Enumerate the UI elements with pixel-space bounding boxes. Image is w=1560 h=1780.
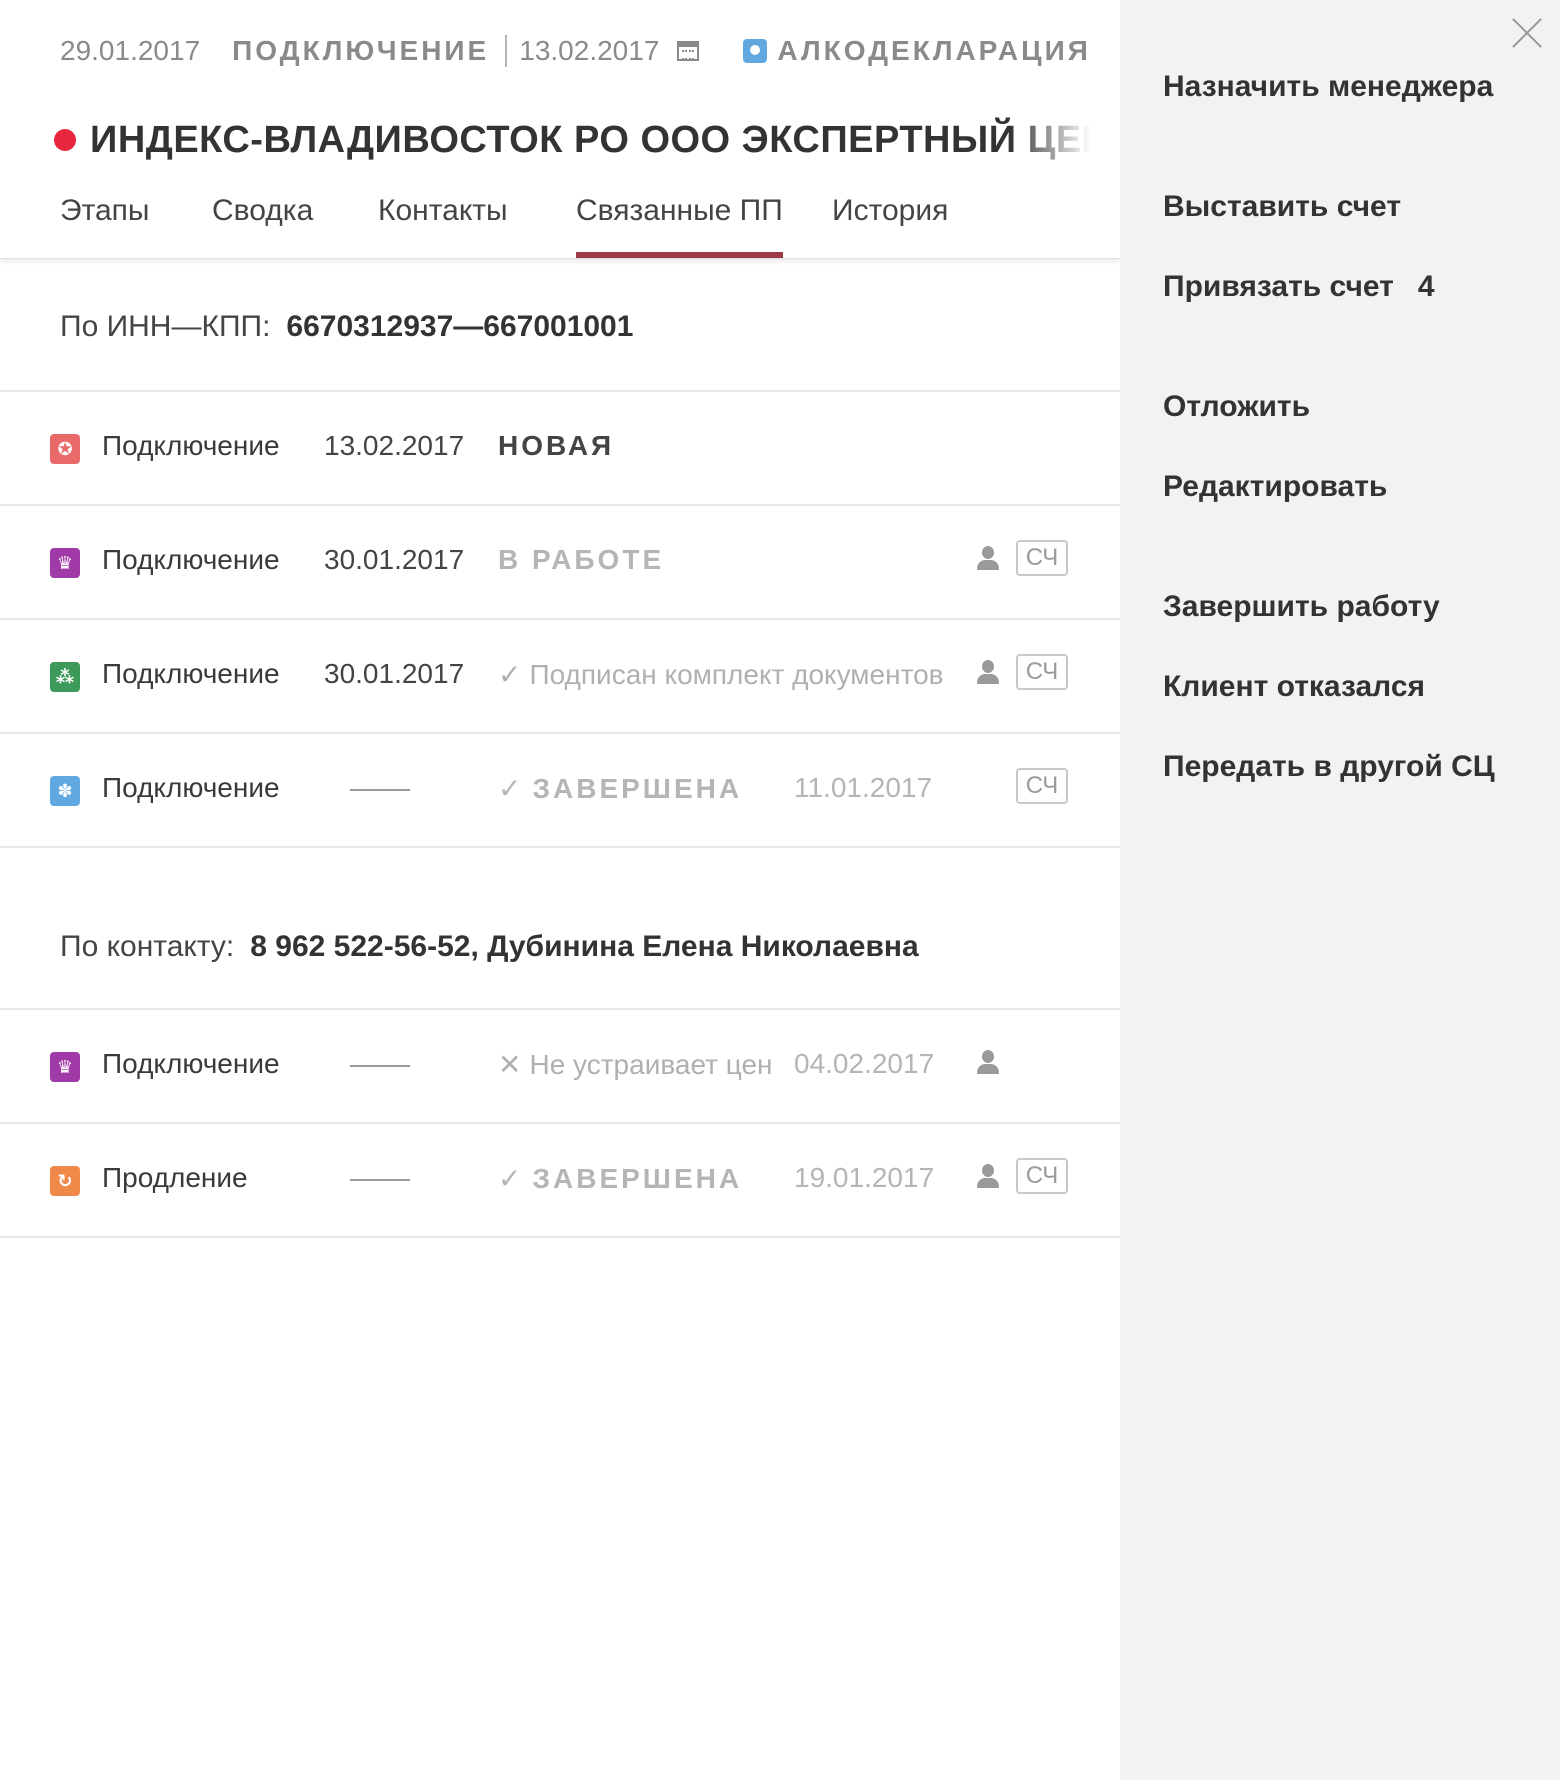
tab-bar: Этапы Сводка Контакты Связанные ПП Истор… <box>0 184 1120 259</box>
status-dot <box>54 129 76 151</box>
item-date: 30.01.2017 <box>324 658 465 689</box>
invoice-badge[interactable]: СЧ <box>1016 654 1068 690</box>
status-badge: ✓ Подписан комплект документов <box>498 658 944 691</box>
postpone-item[interactable]: Отложить <box>1163 390 1310 424</box>
empty-date-dash <box>350 1179 410 1181</box>
person-icon <box>976 546 1000 574</box>
empty-date-dash <box>350 1065 410 1067</box>
calendar-icon[interactable] <box>677 41 700 61</box>
menu-item-label: Назначить менеджера <box>1163 70 1494 103</box>
invoice-badge[interactable]: СЧ <box>1016 540 1068 576</box>
status-text: НОВАЯ <box>498 430 615 461</box>
menu-item-label: Передать в другой СЦ <box>1163 750 1495 783</box>
status-badge: ✕ Не устраивает цена <box>498 1048 773 1081</box>
page-title: ИНДЕКС-ВЛАДИВОСТОК РО ООО ЭКСПЕРТНЫЙ ЦЕН… <box>54 112 1090 168</box>
menu-item-label: Редактировать <box>1163 470 1388 503</box>
section-contact-value: 8 962 522-56-52, Дубинина Елена Николаев… <box>250 930 919 963</box>
client-refused-item[interactable]: Клиент отказался <box>1163 670 1425 704</box>
invoice-badge[interactable]: СЧ <box>1016 768 1068 804</box>
menu-item-label: Клиент отказался <box>1163 670 1426 703</box>
menu-item-label: Выставить счет <box>1163 190 1402 223</box>
process-type: ПОДКЛЮЧЕНИЕ <box>232 35 490 66</box>
check-icon: ✓ <box>498 773 525 804</box>
edit-item[interactable]: Редактировать <box>1163 470 1387 504</box>
menu-item-label: Отложить <box>1163 390 1311 423</box>
created-date: 29.01.2017 <box>60 35 201 66</box>
status-text: ЗАВЕРШЕНА <box>532 1163 743 1194</box>
issue-invoice-item[interactable]: Выставить счет <box>1163 190 1401 224</box>
status-text: В РАБОТЕ <box>498 544 665 575</box>
section-contact-label: По контакту: <box>60 930 235 963</box>
main-panel: 29.01.2017 ПОДКЛЮЧЕНИЕ 13.02.2017 АЛКОДЕ… <box>0 0 1120 1780</box>
person-icon <box>976 1050 1000 1078</box>
cross-icon: ✕ <box>498 1049 522 1080</box>
list-item[interactable]: ✪ Подключение 13.02.2017 НОВАЯ <box>0 392 1120 506</box>
check-icon: ✓ <box>498 659 522 690</box>
list-item[interactable]: ↻ Продление ✓ ЗАВЕРШЕНА 19.01.2017 СЧ <box>0 1124 1120 1238</box>
person-icon <box>976 660 1000 688</box>
crown-icon: ♛ <box>50 548 80 578</box>
item-date: 30.01.2017 <box>324 544 465 575</box>
tab-contacts[interactable]: Контакты <box>378 194 508 244</box>
status-text: Подписан комплект документов <box>529 659 944 690</box>
tab-history[interactable]: История <box>832 194 948 244</box>
invoice-badge[interactable]: СЧ <box>1016 1158 1068 1194</box>
menu-item-label: Привязать счет <box>1163 270 1394 303</box>
tab-summary[interactable]: Сводка <box>212 194 313 244</box>
list-item[interactable]: ♛ Подключение ✕ Не устраивает цена 04.02.201… <box>0 1010 1120 1124</box>
renew-icon: ↻ <box>50 1166 80 1196</box>
item-close-date: 11.01.2017 <box>794 772 933 803</box>
tab-stages[interactable]: Этапы <box>60 194 149 244</box>
client-name: ИНДЕКС-ВЛАДИВОСТОК РО ООО ЭКСПЕРТНЫЙ ЦЕН… <box>90 118 1090 161</box>
list-item[interactable]: ♛ Подключение 30.01.2017 В РАБОТЕ СЧ <box>0 506 1120 620</box>
section-contact-header: По контакту: 8 962 522-56-52, Дубинина Е… <box>60 930 919 964</box>
actions-panel <box>1120 0 1560 1780</box>
section-inn-label: По ИНН—КПП: <box>60 310 271 343</box>
grape-icon: ✽ <box>50 776 80 806</box>
planned-date[interactable]: 13.02.2017 <box>519 35 659 67</box>
title-fade <box>1010 112 1090 168</box>
transfer-item[interactable]: Передать в другой СЦ <box>1163 750 1495 784</box>
item-type: Подключение <box>102 430 280 461</box>
item-type: Подключение <box>102 772 280 803</box>
status-badge: НОВАЯ <box>498 430 614 462</box>
item-type: Подключение <box>102 544 280 575</box>
grape-icon <box>743 39 768 63</box>
menu-item-count: 4 <box>1417 270 1435 303</box>
section-inn-header: По ИНН—КПП: 6670312937—667001001 <box>60 310 633 344</box>
close-icon[interactable] <box>1512 18 1542 48</box>
item-type: Подключение <box>102 658 280 689</box>
list-item[interactable]: ⁂ Подключение 30.01.2017 ✓ Подписан комплект… <box>0 620 1120 734</box>
status-text: ЗАВЕРШЕНА <box>532 773 743 804</box>
header-info-line: 29.01.2017 ПОДКЛЮЧЕНИЕ 13.02.2017 АЛКОДЕ… <box>60 30 1091 72</box>
item-close-date: 04.02.2017 <box>794 1048 935 1079</box>
network-icon: ⁂ <box>50 662 80 692</box>
crown-icon: ♛ <box>50 1052 80 1082</box>
divider <box>505 35 508 67</box>
item-date: 13.02.2017 <box>324 430 465 461</box>
status-badge: В РАБОТЕ <box>498 544 664 576</box>
certificate-icon: ✪ <box>50 434 80 464</box>
link-invoice-item[interactable]: Привязать счет 4 <box>1163 270 1435 304</box>
check-icon: ✓ <box>498 1163 525 1194</box>
status-badge: ✓ ЗАВЕРШЕНА <box>498 1162 742 1195</box>
status-text: Не устраивает цена <box>529 1049 773 1080</box>
item-type: Продление <box>102 1162 248 1193</box>
product-name: АЛКОДЕКЛАРАЦИЯ <box>777 35 1091 66</box>
section-inn-value: 6670312937—667001001 <box>286 310 634 343</box>
menu-item-label: Завершить работу <box>1163 590 1440 623</box>
empty-date-dash <box>350 789 410 791</box>
assign-manager-item[interactable]: Назначить менеджера <box>1163 70 1493 104</box>
finish-work-item[interactable]: Завершить работу <box>1163 590 1440 624</box>
status-badge: ✓ ЗАВЕРШЕНА <box>498 772 742 805</box>
tab-related[interactable]: Связанные ПП <box>576 194 783 258</box>
item-close-date: 19.01.2017 <box>794 1162 935 1193</box>
person-icon <box>976 1164 1000 1192</box>
item-type: Подключение <box>102 1048 280 1079</box>
list-item[interactable]: ✽ Подключение ✓ ЗАВЕРШЕНА 11.01.2017 СЧ <box>0 734 1120 848</box>
